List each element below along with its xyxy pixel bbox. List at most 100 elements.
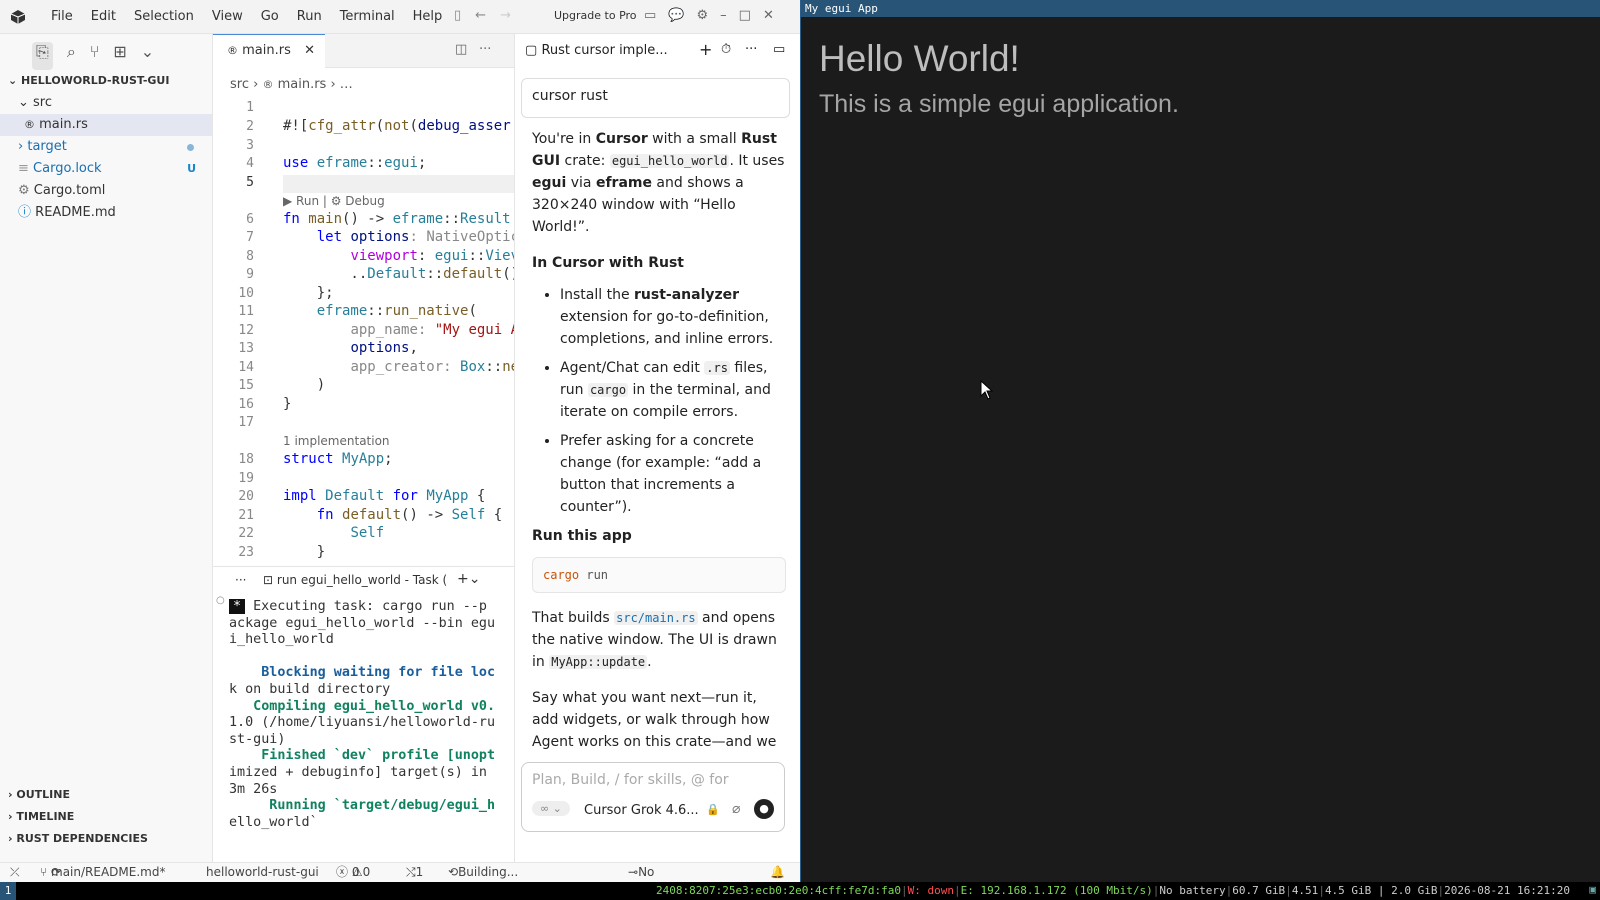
text: Install the (560, 287, 635, 303)
project-item[interactable]: helloworld-rust-gui (206, 863, 319, 882)
terminal-tab[interactable]: ⊡ run egui_hello_world - Task ( (263, 573, 447, 587)
more-icon[interactable]: ··· (235, 573, 246, 587)
toggle-sidebar-icon[interactable]: ▯ (454, 8, 461, 23)
egui-app-window: My egui App Hello World! This is a simpl… (800, 0, 1600, 882)
breadcrumb-file[interactable]: main.rs (278, 77, 327, 92)
list-item: Prefer asking for a concrete change (for… (560, 430, 786, 518)
maximize-icon[interactable]: □ (739, 8, 751, 23)
problems-item[interactable]: ⓧ 0 ⚠ 0 (336, 863, 370, 882)
workspace-indicator[interactable]: 1 (0, 882, 16, 900)
tree-item-main-rs[interactable]: ® main.rs (0, 114, 212, 136)
tree-label: main.rs (39, 117, 88, 132)
intro-paragraph: You're in Cursor with a small Rust GUI c… (532, 128, 786, 238)
lock-icon: 🔒 (706, 803, 720, 816)
split-editor-icon[interactable]: ◫ (455, 42, 467, 57)
breadcrumb-symbol[interactable]: … (340, 77, 353, 92)
chat-icon[interactable]: 💬 (668, 8, 684, 23)
panel-icon[interactable]: ▭ (644, 8, 656, 23)
text: Agent/Chat can edit (560, 360, 705, 376)
chat-tab[interactable]: ▢ Rust cursor imple... (525, 43, 668, 58)
history-icon[interactable]: ⏱ (721, 42, 731, 57)
menu-selection[interactable]: Selection (125, 9, 203, 24)
clock: 2026-08-21 16:21:20 (1444, 884, 1570, 897)
more-actions-icon[interactable]: ··· (479, 42, 491, 57)
battery-status: No battery (1159, 884, 1226, 897)
upgrade-button[interactable]: Upgrade to Pro (554, 9, 637, 22)
commit-item[interactable]: ⊸ No commit scored (628, 863, 654, 882)
bell-icon[interactable]: 🔔 (770, 863, 785, 882)
back-arrow-icon[interactable]: ← (475, 8, 486, 23)
source-control-icon[interactable]: ⑂ (90, 42, 100, 70)
text: with a small (647, 131, 742, 147)
inline-code: cargo (587, 383, 629, 397)
terminal-line: Compiling egui_hello_world v0. (229, 698, 496, 714)
attach-icon[interactable]: ⌀ (732, 801, 740, 817)
new-terminal-icon[interactable]: +⌄ (457, 571, 480, 587)
inline-code: egui_hello_world (609, 154, 730, 168)
menu-run[interactable]: Run (288, 9, 331, 24)
section-outline[interactable]: › OUTLINE (0, 784, 213, 806)
file-link[interactable]: src/main.rs (614, 611, 698, 625)
menu-edit[interactable]: Edit (82, 9, 125, 24)
menu-view[interactable]: View (203, 9, 252, 24)
tab-main-rs[interactable]: ® main.rs ✕ (213, 34, 325, 68)
editor-tabs: ® main.rs ✕ ◫ ··· (213, 34, 514, 68)
terminal-panel[interactable]: ··· ⊡ run egui_hello_world - Task ( +⌄ ○… (213, 566, 514, 862)
remote-icon[interactable]: ⤫ (10, 863, 20, 882)
more-icon[interactable]: ··· (745, 42, 757, 57)
new-chat-icon[interactable]: + (699, 40, 712, 59)
terminal-line: imized + debuginfo] target(s) in (229, 764, 487, 780)
section-label: TIMELINE (16, 810, 75, 823)
terminal-icon: ⊡ (263, 573, 274, 587)
tree-item-cargo-toml[interactable]: ⚙ Cargo.toml (0, 180, 212, 202)
tree-item-cargo-lock[interactable]: ≡ Cargo.lock U (0, 158, 212, 180)
tree-label: Cargo.lock (33, 161, 102, 176)
implementation-codelens[interactable]: 1 implementation (283, 434, 390, 448)
section-rust-deps[interactable]: › RUST DEPENDENCIES (0, 828, 213, 850)
tree-label: target (27, 139, 67, 154)
explain-paragraph: That builds src/main.rs and opens the na… (532, 607, 786, 673)
project-header[interactable]: ⌄ HELLOWORLD-RUST-GUI (0, 70, 212, 92)
tray-icon[interactable]: ▣ (1589, 883, 1596, 896)
menu-help[interactable]: Help (404, 9, 452, 24)
breadcrumb-src[interactable]: src (230, 77, 249, 92)
minimize-icon[interactable]: – (720, 8, 727, 23)
run-debug-codelens[interactable]: ▶ Run | ⚙ Debug (283, 194, 385, 208)
sidebar-sections: › OUTLINE › TIMELINE › RUST DEPENDENCIES (0, 784, 213, 850)
settings-icon[interactable]: ⚙ (696, 8, 708, 23)
close-tab-icon[interactable]: ✕ (304, 35, 315, 67)
chevron-down-icon[interactable]: ⌄ (141, 42, 154, 70)
tree-item-readme[interactable]: ⓘ README.md (0, 202, 212, 224)
terminal-line: ackage egui_hello_world --bin egu (229, 615, 496, 631)
chat-header: ▢ Rust cursor imple... + ⏱ ··· ▭ (515, 34, 800, 70)
explorer-icon[interactable]: ⎘ (32, 42, 53, 70)
close-panel-icon[interactable]: ▭ (773, 42, 785, 57)
tree-item-src[interactable]: ⌄ src (0, 92, 212, 114)
mouse-pointer-icon (980, 379, 994, 404)
terminal-line: st-gui) (229, 731, 286, 747)
section-timeline[interactable]: › TIMELINE (0, 806, 213, 828)
code-block[interactable]: cargo run (532, 557, 786, 593)
microphone-icon[interactable]: ● (754, 799, 774, 819)
branch-item[interactable]: ⑂ main/README.md* ⟳ (40, 863, 165, 882)
chat-input-box[interactable]: Plan, Build, / for skills, @ for ∞ ⌄ Cur… (521, 762, 785, 832)
search-icon[interactable]: ⌕ (67, 42, 76, 70)
text: extension for go-to-definition, completi… (560, 309, 774, 347)
terminal-tab-label: run egui_hello_world - Task ( (276, 573, 448, 587)
model-selector[interactable]: Cursor Grok 4.6... (584, 803, 699, 818)
close-window-icon[interactable]: ✕ (763, 8, 774, 23)
terminal-line: Running `target/debug/egui_h (229, 798, 496, 814)
terminal-line: 1.0 (/home/liyuansi/helloworld-ru (229, 715, 496, 731)
agent-mode-toggle[interactable]: ∞ ⌄ (532, 801, 570, 816)
ports-item[interactable]: ⤭ 1 (406, 863, 423, 882)
menu-file[interactable]: File (42, 9, 82, 24)
forward-arrow-icon[interactable]: → (500, 8, 511, 23)
menu-go[interactable]: Go (252, 9, 288, 24)
tree-item-target[interactable]: › target (0, 136, 212, 158)
text: . (647, 654, 652, 670)
tab-label: main.rs (242, 43, 291, 58)
code-editor: ® main.rs ✕ ◫ ··· src › ® main.rs › … 1 2… (213, 34, 514, 566)
chat-input-placeholder[interactable]: Plan, Build, / for skills, @ for (532, 772, 729, 788)
menu-terminal[interactable]: Terminal (331, 9, 404, 24)
extensions-icon[interactable]: ⊞ (113, 42, 126, 70)
